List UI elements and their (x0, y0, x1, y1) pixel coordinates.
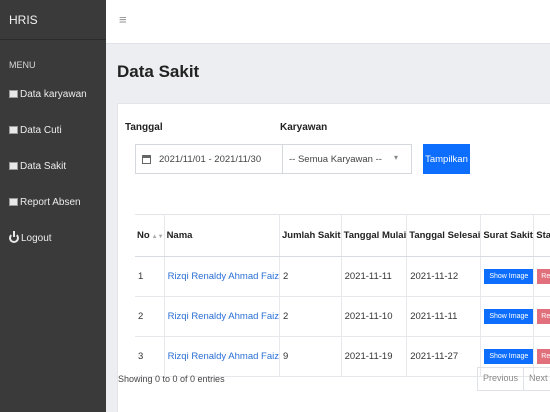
reject-button[interactable]: Reject (537, 349, 550, 364)
cell-jumlah: 2 (279, 296, 342, 337)
column-header[interactable]: Jumlah Sakit (279, 214, 342, 257)
cell-nama[interactable]: Rizqi Renaldy Ahmad Faiz (164, 256, 280, 297)
column-header[interactable]: Surat Sakit (480, 214, 535, 257)
table-icon (9, 90, 18, 98)
pagination: Previous Next (477, 367, 550, 391)
cell-mulai: 2021-11-11 (341, 256, 408, 297)
table-icon (9, 126, 18, 134)
table-icon (9, 198, 18, 206)
table-row: 2 Rizqi Renaldy Ahmad Faiz 2 2021-11-10 … (135, 296, 550, 337)
table-row: 1 Rizqi Renaldy Ahmad Faiz 2 2021-11-11 … (135, 256, 550, 297)
previous-page-button[interactable]: Previous (478, 368, 523, 390)
app-brand: HRIS (0, 0, 106, 40)
employee-filter-label: Karyawan (280, 122, 328, 133)
cell-no: 2 (135, 296, 165, 337)
column-header[interactable]: No ▲▼ (135, 214, 165, 257)
employee-select-value: -- Semua Karyawan -- (289, 153, 382, 165)
sidebar-item-label: Data karyawan (20, 88, 87, 100)
show-image-button[interactable]: Show Image (484, 269, 534, 284)
cell-selesai: 2021-11-12 (406, 256, 482, 297)
show-image-button[interactable]: Show Image (484, 309, 534, 324)
column-header[interactable]: Tanggal Selesai (406, 214, 482, 257)
menu-heading: MENU (9, 60, 36, 70)
cell-status: Reject (533, 296, 550, 337)
cell-mulai: 2021-11-10 (341, 296, 408, 337)
cell-nama[interactable]: Rizqi Renaldy Ahmad Faiz (164, 296, 280, 337)
table-info: Showing 0 to 0 of 0 entries (118, 374, 225, 384)
column-header[interactable]: Nama (164, 214, 280, 257)
sidebar: HRIS MENU Data karyawan Data Cuti Data S… (0, 0, 106, 412)
sort-icon: ▲▼ (151, 234, 164, 240)
topbar: ≡ (106, 0, 550, 44)
next-page-button[interactable]: Next (523, 368, 550, 390)
page-title: Data Sakit (117, 62, 200, 81)
content-card: Tanggal Karyawan 2021/11/01 - 2021/11/30… (117, 103, 550, 412)
cell-surat: Show Image (480, 256, 535, 297)
cell-selesai: 2021-11-11 (406, 296, 482, 337)
sidebar-item-label: Data Cuti (20, 124, 62, 136)
cell-nama[interactable]: Rizqi Renaldy Ahmad Faiz (164, 336, 280, 377)
cell-no: 3 (135, 336, 165, 377)
sidebar-item-data-cuti[interactable]: Data Cuti (0, 112, 106, 148)
sidebar-item-label: Logout (21, 232, 52, 244)
table-icon (9, 162, 18, 170)
sick-leave-table: No ▲▼ Nama Jumlah Sakit Tanggal Mulai Tan… (135, 214, 550, 377)
sidebar-item-logout[interactable]: Logout (0, 220, 106, 256)
cell-selesai: 2021-11-27 (406, 336, 482, 377)
cell-surat: Show Image (480, 296, 535, 337)
power-icon (9, 231, 19, 243)
show-button[interactable]: Tampilkan (423, 144, 470, 174)
cell-status: Reject (533, 256, 550, 297)
column-header[interactable]: Tanggal Mulai (341, 214, 408, 257)
sidebar-item-data-sakit[interactable]: Data Sakit (0, 148, 106, 184)
cell-no: 1 (135, 256, 165, 297)
reject-button[interactable]: Reject (537, 309, 550, 324)
sidebar-item-label: Report Absen (20, 196, 81, 208)
date-range-input[interactable]: 2021/11/01 - 2021/11/30 (135, 144, 283, 174)
app-root: HRIS MENU Data karyawan Data Cuti Data S… (0, 0, 550, 412)
chevron-down-icon: ▾ (393, 153, 398, 162)
column-header[interactable]: Status (533, 214, 550, 257)
calendar-icon (142, 154, 151, 164)
reject-button[interactable]: Reject (537, 269, 550, 284)
cell-jumlah: 2 (279, 256, 342, 297)
cell-mulai: 2021-11-19 (341, 336, 408, 377)
date-range-value: 2021/11/01 - 2021/11/30 (159, 153, 262, 165)
employee-select[interactable]: -- Semua Karyawan -- ▾ (282, 144, 412, 174)
show-image-button[interactable]: Show Image (484, 349, 534, 364)
table-header-row: No ▲▼ Nama Jumlah Sakit Tanggal Mulai Tan… (135, 214, 550, 257)
sidebar-item-report-absen[interactable]: Report Absen (0, 184, 106, 220)
date-filter-label: Tanggal (125, 122, 163, 133)
cell-jumlah: 9 (279, 336, 342, 377)
hamburger-icon[interactable]: ≡ (119, 12, 127, 27)
sidebar-item-data-karyawan[interactable]: Data karyawan (0, 76, 106, 112)
sidebar-item-label: Data Sakit (20, 160, 67, 172)
